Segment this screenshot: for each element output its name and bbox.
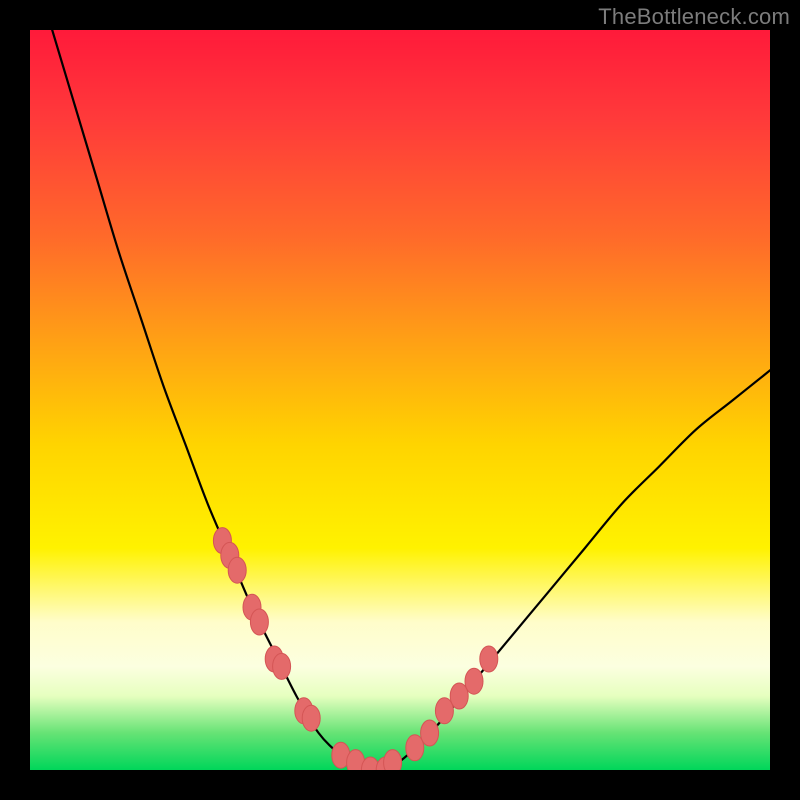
marker-point: [465, 668, 483, 694]
marker-point: [302, 705, 320, 731]
marker-point: [250, 609, 268, 635]
marker-point: [384, 750, 402, 770]
marker-point: [421, 720, 439, 746]
highlighted-points: [213, 528, 497, 770]
stage: TheBottleneck.com: [0, 0, 800, 800]
marker-point: [228, 557, 246, 583]
watermark-text: TheBottleneck.com: [598, 4, 790, 30]
marker-point: [273, 653, 291, 679]
plot-area: [30, 30, 770, 770]
chart-svg: [30, 30, 770, 770]
marker-point: [480, 646, 498, 672]
bottleneck-curve: [30, 30, 770, 770]
